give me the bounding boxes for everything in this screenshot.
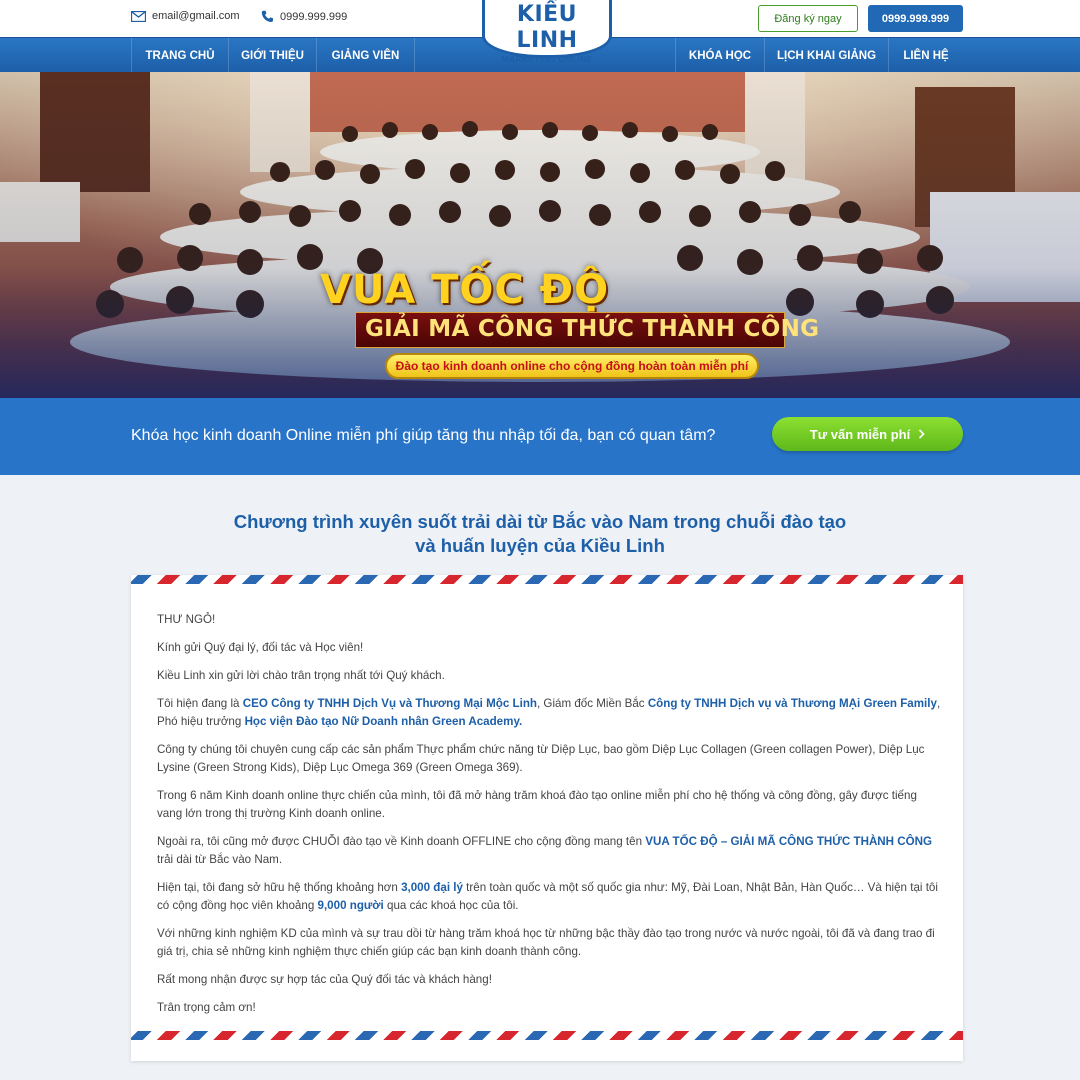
letter-heading: THƯ NGỎ! <box>157 613 216 626</box>
letter-paragraph: Hiện tại, tôi đang sở hữu hệ thống khoản… <box>157 879 942 915</box>
letter-highlight: Công ty TNHH Dịch vụ và Thương MẠi Green… <box>647 697 937 710</box>
site-logo[interactable]: KIỀU LINH MARKETING ONLINE <box>482 0 612 64</box>
airmail-border-bottom <box>131 1031 963 1040</box>
nav-item-about[interactable]: GIỚI THIỆU <box>229 38 317 73</box>
hero-subtitle: GIẢI MÃ CÔNG THỨC THÀNH CÔNG <box>365 316 820 342</box>
hero-title: VUA TỐC ĐỘ <box>320 267 610 313</box>
nav-item-contact[interactable]: LIÊN HỆ <box>889 38 963 73</box>
logo-sub-text: MARKETING ONLINE <box>501 54 593 64</box>
letter-paragraph: Kiều Linh xin gửi lời chào trân trọng nh… <box>157 669 445 682</box>
airmail-border-top <box>131 575 963 584</box>
letter-text: Hiện tại, tôi đang sở hữu hệ thống khoản… <box>157 881 402 894</box>
letter-highlight: Học viện Đào tạo Nữ Doanh nhân Green Aca… <box>244 715 523 728</box>
letter-greeting: Kính gửi Quý đại lý, đối tác và Học viên… <box>157 641 364 654</box>
letter-highlight: 3,000 đại lý <box>401 881 463 894</box>
open-letter: THƯ NGỎ! Kính gửi Quý đại lý, đối tác và… <box>131 575 963 1061</box>
phone-text: 0999.999.999 <box>280 10 348 23</box>
email-text: email@gmail.com <box>152 10 240 22</box>
cta-text: Khóa học kinh doanh Online miễn phí giúp… <box>131 427 716 444</box>
free-consult-label: Tư vấn miễn phí <box>809 426 911 442</box>
phone-contact[interactable]: 0999.999.999 <box>261 10 347 23</box>
phone-icon <box>261 10 274 23</box>
letter-highlight: 9,000 người <box>317 899 384 912</box>
letter-body: THƯ NGỎ! Kính gửi Quý đại lý, đối tác và… <box>157 611 942 1027</box>
letter-paragraph: Với những kinh nghiệm KD của mình và sự … <box>157 927 935 958</box>
letter-paragraph: Ngoài ra, tôi cũng mở được CHUỖI đào tạo… <box>157 833 942 869</box>
letter-text: Tôi hiện đang là <box>157 697 243 710</box>
hotline-button[interactable]: 0999.999.999 <box>868 5 963 32</box>
hero-banner[interactable]: VUA TỐC ĐỘ GIẢI MÃ CÔNG THỨC THÀNH CÔNG … <box>0 72 1080 398</box>
letter-text: , Giám đốc Miền Bắc <box>536 697 648 710</box>
letter-paragraph: Công ty chúng tôi chuyên cung cấp các sả… <box>157 743 925 774</box>
hero-photo <box>0 72 1080 398</box>
nav-item-lecturers[interactable]: GIẢNG VIÊN <box>317 38 415 73</box>
letter-text: Ngoài ra, tôi cũng mở được CHUỖI đào tạo… <box>157 835 646 848</box>
email-contact[interactable]: email@gmail.com <box>131 10 240 22</box>
cta-band: Khóa học kinh doanh Online miễn phí giúp… <box>0 398 1080 475</box>
envelope-icon <box>131 10 146 22</box>
nav-item-courses[interactable]: KHÓA HỌC <box>675 38 765 73</box>
hero-tagline: Đào tạo kinh doanh online cho cộng đồng … <box>385 353 759 379</box>
letter-text: trải dài từ Bắc vào Nam. <box>157 853 283 866</box>
letter-signoff: Trân trọng cảm ơn! <box>157 1001 256 1014</box>
letter-paragraph: Tôi hiện đang là CEO Công ty TNHH Dịch V… <box>157 695 942 731</box>
nav-item-home[interactable]: TRANG CHỦ <box>131 38 229 73</box>
letter-highlight: VUA TỐC ĐỘ – GIẢI MÃ CÔNG THỨC THÀNH CÔN… <box>645 835 933 848</box>
letter-highlight: CEO Công ty TNHH Dịch Vụ và Thương Mại M… <box>242 697 537 710</box>
free-consult-button[interactable]: Tư vấn miễn phí <box>772 417 963 451</box>
logo-main-text: KIỀU LINH <box>516 2 578 53</box>
chevron-right-icon <box>918 427 925 442</box>
letter-text: qua các khoá học của tôi. <box>383 899 519 912</box>
register-button[interactable]: Đăng ký ngay <box>758 5 858 32</box>
section-title: Chương trình xuyên suốt trải dài từ Bắc … <box>140 510 940 558</box>
nav-item-schedule[interactable]: LỊCH KHAI GIẢNG <box>765 38 889 73</box>
section-title-line-2: và huấn luyện của Kiều Linh <box>415 535 665 556</box>
letter-paragraph: Trong 6 năm Kinh doanh online thực chiến… <box>157 789 917 820</box>
letter-paragraph: Rất mong nhận được sự hợp tác của Quý đố… <box>157 973 492 986</box>
section-title-line-1: Chương trình xuyên suốt trải dài từ Bắc … <box>233 511 847 532</box>
